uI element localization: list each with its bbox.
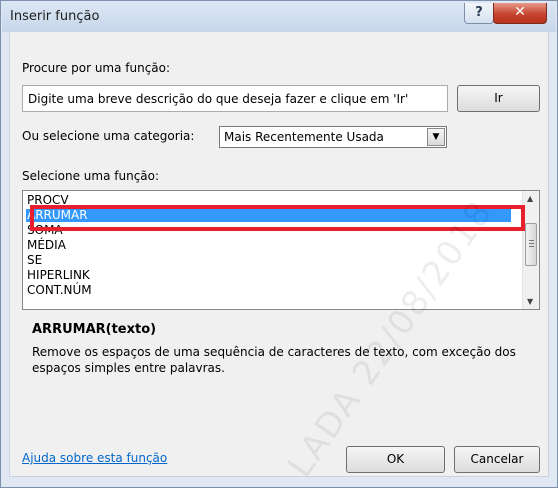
list-item[interactable]: HIPERLINK <box>27 269 90 282</box>
window-title: Inserir função <box>10 9 100 24</box>
close-button[interactable]: ✕ <box>493 3 547 24</box>
function-description: Remove os espaços de uma sequência de ca… <box>32 345 516 375</box>
dialog-body: Procure por uma função: Ir Ou selecione … <box>9 31 549 477</box>
functions-label: Selecione uma função: <box>22 169 160 183</box>
list-item[interactable]: PROCV <box>27 194 69 207</box>
list-item[interactable]: SOMA <box>27 224 63 237</box>
category-select[interactable]: Mais Recentemente Usada ▼ <box>219 126 447 148</box>
category-label: Ou selecione uma categoria: <box>22 129 195 143</box>
search-input[interactable] <box>22 85 448 112</box>
list-item[interactable]: SE <box>27 254 42 267</box>
list-item-selected[interactable]: ARRUMAR <box>26 209 511 222</box>
list-item[interactable]: CONT.NÚM <box>27 284 92 297</box>
chevron-down-icon[interactable]: ▼ <box>427 128 445 146</box>
cancel-button[interactable]: Cancelar <box>454 446 540 473</box>
help-button[interactable]: ? <box>464 3 494 24</box>
category-selected-value: Mais Recentemente Usada <box>224 130 384 144</box>
list-item[interactable]: MÉDIA <box>27 239 66 252</box>
scroll-up-icon[interactable]: ▲ <box>527 194 533 203</box>
help-icon: ? <box>475 5 483 20</box>
go-button[interactable]: Ir <box>457 85 540 112</box>
close-icon: ✕ <box>514 4 526 20</box>
scrollbar-thumb[interactable] <box>525 223 537 266</box>
scroll-down-icon[interactable]: ▼ <box>527 297 533 306</box>
function-list[interactable]: PROCV ARRUMAR SOMA MÉDIA SE HIPERLINK CO… <box>22 190 540 310</box>
ok-button[interactable]: OK <box>346 446 445 473</box>
title-bar[interactable]: Inserir função ? ✕ <box>2 2 556 32</box>
search-label: Procure por uma função: <box>22 61 171 75</box>
help-link[interactable]: Ajuda sobre esta função <box>22 451 167 465</box>
function-signature: ARRUMAR(texto) <box>32 322 157 337</box>
list-scrollbar[interactable]: ▲ ▼ <box>522 191 539 309</box>
